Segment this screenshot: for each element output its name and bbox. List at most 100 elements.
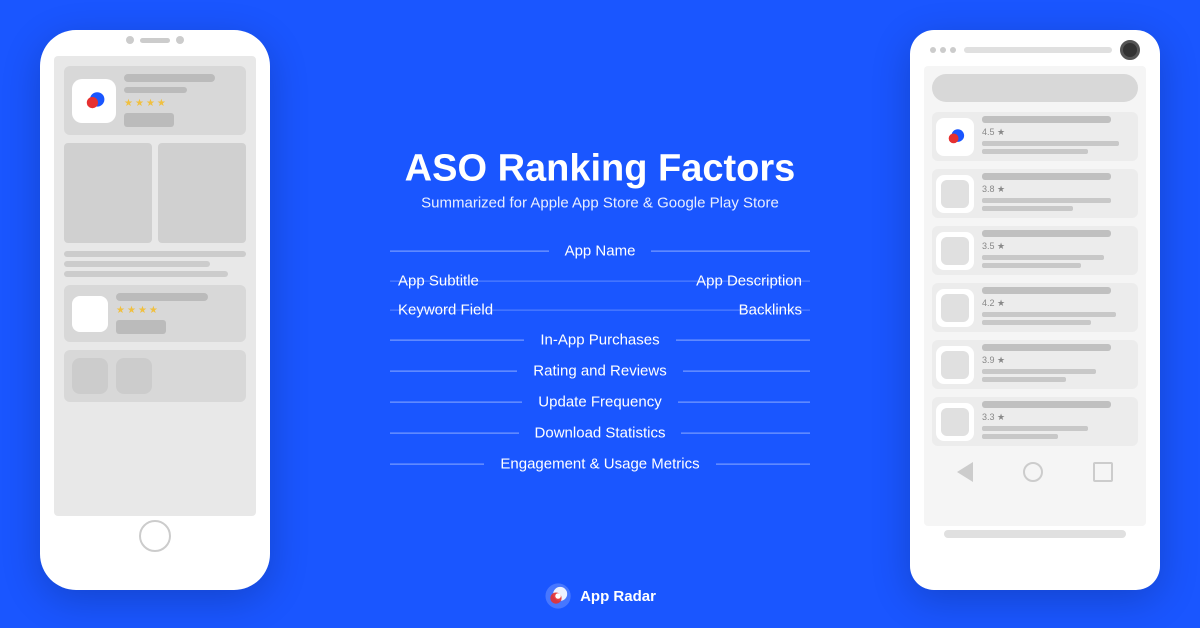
android-rating-4: 4.2 ★	[982, 298, 1134, 309]
android-speaker-bottom	[944, 530, 1126, 538]
android-screen: 4.5 ★ 3.8 ★ 3.5 ★	[924, 66, 1146, 526]
factor-label-rating: Rating and Reviews	[517, 362, 682, 379]
factor-download-stats: Download Statistics	[390, 417, 810, 448]
iphone-app-name-bar	[124, 74, 215, 82]
line-left-app-name	[390, 250, 549, 251]
factor-label-iap: In-App Purchases	[524, 331, 675, 348]
factor-label-keyword-field: Keyword Field	[390, 301, 501, 318]
iphone-app-name-bar-2	[124, 87, 187, 93]
line-right-rating	[683, 370, 810, 371]
android-app-row-4: 4.2 ★	[932, 283, 1138, 332]
factor-label-app-subtitle: App Subtitle	[390, 272, 487, 289]
screenshot-1	[64, 143, 152, 243]
android-back-button	[957, 462, 973, 482]
factor-update-frequency: Update Frequency	[390, 386, 810, 417]
factor-label-update: Update Frequency	[522, 393, 677, 410]
main-subtitle: Summarized for Apple App Store & Google …	[390, 194, 810, 211]
android-app-icon-6	[936, 403, 974, 441]
android-app-icon-5	[936, 346, 974, 384]
android-dot-1	[930, 47, 936, 53]
android-app-icon-1	[936, 118, 974, 156]
iphone-app-icon	[72, 79, 116, 123]
iphone-home	[54, 516, 256, 556]
android-app-icon-3	[936, 232, 974, 270]
line-left-iap	[390, 339, 524, 340]
iphone-stars-2: ★★★★	[116, 305, 238, 316]
line-left-engagement	[390, 463, 484, 464]
main-title: ASO Ranking Factors	[390, 149, 810, 191]
iphone-screen: ★★★★ ★★★★	[54, 56, 256, 516]
factor-label-backlinks: Backlinks	[731, 301, 810, 318]
line-right-app-name	[651, 250, 810, 251]
android-rating-5: 3.9 ★	[982, 355, 1134, 366]
factor-label-engagement: Engagement & Usage Metrics	[484, 455, 715, 472]
line-left-download	[390, 432, 519, 433]
factor-label-download: Download Statistics	[519, 424, 682, 441]
android-app-row-3: 3.5 ★	[932, 226, 1138, 275]
iphone-third-app	[64, 350, 246, 402]
android-app-icon-2	[936, 175, 974, 213]
android-app-row-1: 4.5 ★	[932, 112, 1138, 161]
factor-in-app-purchases: In-App Purchases	[390, 324, 810, 355]
android-search-bar	[932, 74, 1138, 102]
center-content: ASO Ranking Factors Summarized for Apple…	[390, 149, 810, 480]
android-dots	[930, 47, 956, 53]
iphone-speaker	[140, 38, 170, 43]
line-left-rating	[390, 370, 517, 371]
iphone-camera	[126, 36, 134, 44]
android-dot-2	[940, 47, 946, 53]
factor-engagement: Engagement & Usage Metrics	[390, 448, 810, 479]
iphone-mockup: ★★★★ ★★★★	[40, 30, 270, 590]
app-radar-brand-name: App Radar	[580, 588, 656, 605]
iphone-second-app-info: ★★★★	[116, 293, 238, 334]
android-dot-3	[950, 47, 956, 53]
line-right-iap	[676, 339, 810, 340]
android-rating-6: 3.3 ★	[982, 412, 1134, 423]
logo-area: App Radar	[544, 582, 656, 610]
line-right-download	[681, 432, 810, 433]
factor-label-app-name: App Name	[549, 242, 652, 259]
android-recents-button	[1093, 462, 1113, 482]
android-rating-2: 3.8 ★	[982, 184, 1134, 195]
android-app-info-1: 4.5 ★	[982, 116, 1134, 157]
factor-row-subtitle-desc: App Subtitle App Description	[390, 266, 810, 295]
iphone-get-btn	[124, 113, 174, 127]
home-button	[139, 520, 171, 552]
iphone-second-app: ★★★★	[64, 285, 246, 342]
android-bottom-nav	[932, 454, 1138, 490]
line-left-update	[390, 401, 522, 402]
iphone-stars: ★★★★	[124, 98, 238, 109]
line-right-engagement	[716, 463, 810, 464]
factors-list: App Name App Subtitle App Description Ke…	[390, 235, 810, 479]
iphone-screenshots	[64, 143, 246, 243]
android-app-row-6: 3.3 ★	[932, 397, 1138, 446]
iphone-camera-2	[176, 36, 184, 44]
android-top-bar	[924, 30, 1146, 66]
android-app-info-4: 4.2 ★	[982, 287, 1134, 328]
iphone-second-app-icon	[72, 296, 108, 332]
iphone-third-icon-1	[72, 358, 108, 394]
iphone-app-header: ★★★★	[64, 66, 246, 135]
android-app-info-2: 3.8 ★	[982, 173, 1134, 214]
factor-label-app-description: App Description	[688, 272, 810, 289]
factor-app-name: App Name	[390, 235, 810, 266]
line-right-update	[678, 401, 810, 402]
android-app-info-3: 3.5 ★	[982, 230, 1134, 271]
android-camera	[1120, 40, 1140, 60]
app-radar-logo-icon	[544, 582, 572, 610]
android-mockup: 4.5 ★ 3.8 ★ 3.5 ★	[910, 30, 1160, 590]
iphone-third-icon-2	[116, 358, 152, 394]
factor-rating-reviews: Rating and Reviews	[390, 355, 810, 386]
android-rating-1: 4.5 ★	[982, 127, 1134, 138]
android-home-button	[1023, 462, 1043, 482]
android-app-info-5: 3.9 ★	[982, 344, 1134, 385]
iphone-app-info: ★★★★	[124, 74, 238, 127]
factor-row-keyword-backlinks: Keyword Field Backlinks	[390, 295, 810, 324]
android-app-icon-4	[936, 289, 974, 327]
android-app-row-2: 3.8 ★	[932, 169, 1138, 218]
screenshot-2	[158, 143, 246, 243]
iphone-desc-bars	[64, 251, 246, 277]
android-app-row-5: 3.9 ★	[932, 340, 1138, 389]
android-app-info-6: 3.3 ★	[982, 401, 1134, 442]
android-rating-3: 3.5 ★	[982, 241, 1134, 252]
